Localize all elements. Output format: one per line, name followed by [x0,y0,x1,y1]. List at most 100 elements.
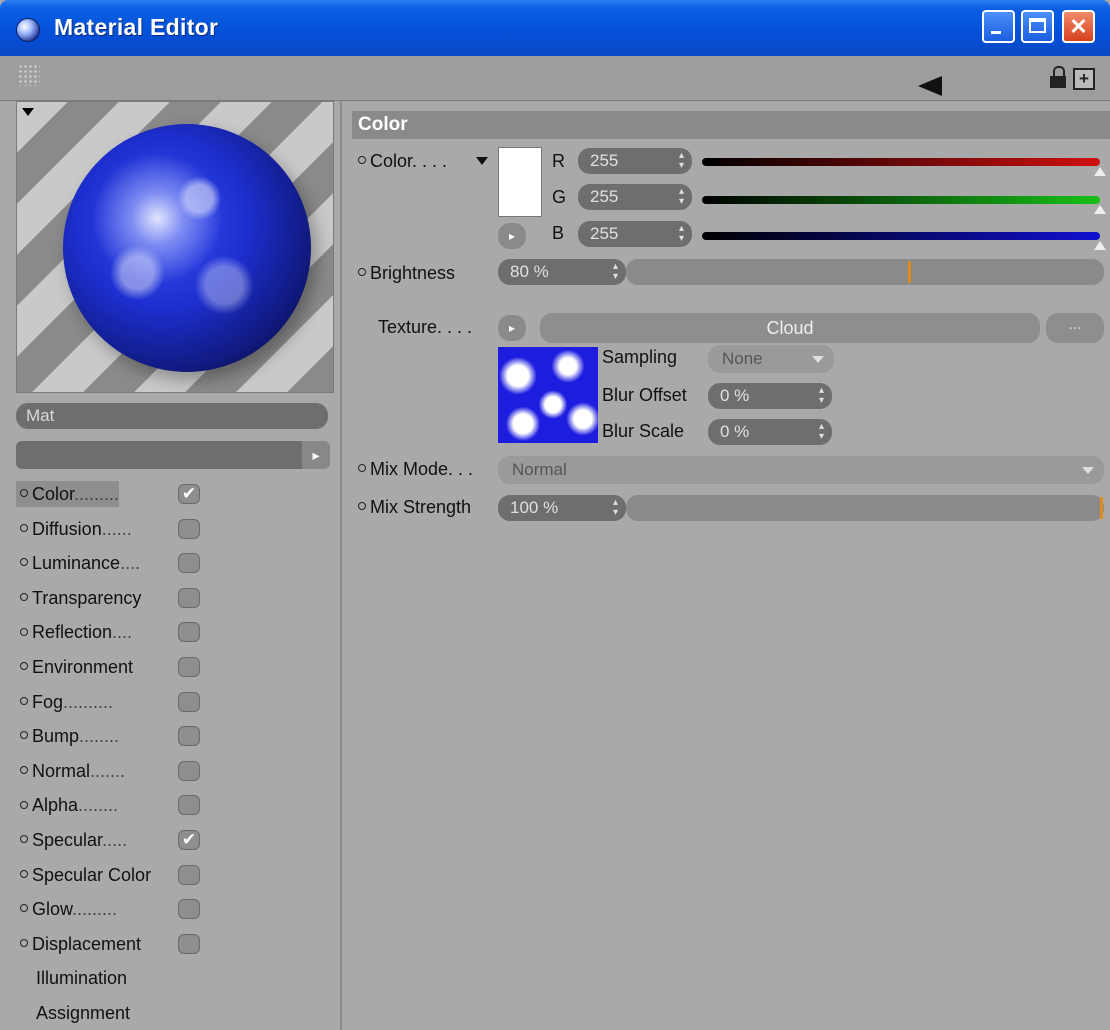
channel-item[interactable]: Environment [16,650,336,685]
channel-label: Specular [32,829,103,850]
color-swatch[interactable] [498,147,542,217]
brightness-slider[interactable] [626,259,1104,285]
brightness-slider-marker[interactable] [908,261,912,283]
chevron-right-icon[interactable]: ▸ [302,441,330,469]
g-slider[interactable] [702,196,1100,204]
close-button[interactable]: ✕ [1062,10,1095,43]
channel-checkbox[interactable] [178,760,200,781]
channel-item[interactable]: Normal....... [16,754,336,789]
b-slider-thumb[interactable] [1094,241,1106,250]
channel-label-wrap[interactable]: Displacement [16,931,141,957]
channel-label: Diffusion [32,518,102,539]
g-slider-thumb[interactable] [1094,205,1106,214]
channel-label-wrap[interactable]: Transparency [16,585,141,611]
preview-menu-arrow-icon[interactable] [22,108,34,116]
channel-checkbox[interactable] [178,933,200,954]
channel-label-wrap[interactable]: Glow......... [16,896,117,922]
channel-checkbox[interactable]: ✔ [178,484,200,504]
channel-item[interactable]: Reflection.... [16,615,336,650]
mix-strength-slider-marker[interactable] [1100,497,1103,519]
r-slider[interactable] [702,158,1100,166]
lock-icon[interactable] [1050,66,1066,89]
new-window-icon[interactable]: + [1073,68,1095,90]
r-label: R [552,151,565,171]
channel-item[interactable]: Luminance.... [16,546,336,581]
channel-dots: .... [112,622,133,643]
channel-label-wrap[interactable]: Specular..... [16,827,127,853]
channel-dots: ....... [90,760,126,781]
blur-offset-field[interactable]: 0 % ▴ ▾ [708,383,832,409]
extra-item[interactable]: Illumination [16,961,336,996]
bullet-icon [20,696,28,705]
color-menu-arrow-icon[interactable] [476,157,488,165]
channel-checkbox[interactable] [178,622,200,643]
channel-item[interactable]: Diffusion...... [16,512,336,547]
channel-item[interactable]: Transparency [16,581,336,616]
channel-label-wrap[interactable]: Diffusion...... [16,516,132,542]
channel-checkbox[interactable] [178,518,200,539]
texture-label: Texture. . . . [378,317,473,337]
channel-item[interactable]: Specular Color [16,858,336,893]
bullet-icon [20,904,28,913]
channel-label: Reflection [32,622,113,643]
maximize-button[interactable] [1021,10,1054,43]
channel-item[interactable]: Displacement [16,927,336,962]
channel-label-wrap[interactable]: Bump........ [16,723,119,749]
channel-label-wrap[interactable]: Alpha........ [16,792,118,818]
channel-label-wrap[interactable]: Color......... [16,481,120,507]
channel-checkbox[interactable] [178,864,200,885]
channel-item[interactable]: Glow......... [16,892,336,927]
channel-label-wrap[interactable]: Specular Color [16,862,151,888]
channel-item[interactable]: Bump........ [16,719,336,754]
channel-checkbox[interactable] [178,691,200,712]
maximize-icon [1029,18,1046,33]
mix-mode-select[interactable]: Normal [498,456,1104,484]
g-value-field[interactable]: 255 ▴ ▾ [578,184,692,210]
channel-item[interactable]: Alpha........ [16,788,336,823]
channel-item[interactable]: Specular..... ✔ [16,823,336,858]
channel-label-wrap[interactable]: Normal....... [16,758,125,784]
channel-checkbox[interactable]: ✔ [178,829,200,850]
mix-strength-slider[interactable] [626,495,1104,521]
channel-item[interactable]: Color......... ✔ [16,477,336,512]
minimize-button[interactable] [982,10,1015,43]
channel-label-wrap[interactable]: Fog.......... [16,689,113,715]
mix-strength-field[interactable]: 100 % ▴ ▾ [498,495,626,521]
window-title: Material Editor [54,14,219,40]
texture-browse-button[interactable]: ... [1046,313,1104,343]
r-value-field[interactable]: 255 ▴ ▾ [578,148,692,174]
material-dropdown[interactable]: ▸ [16,441,330,469]
sampling-select[interactable]: None [708,345,834,373]
material-sphere [63,124,311,372]
b-slider[interactable] [702,232,1100,240]
texture-options-button[interactable]: ▸ [498,315,526,341]
brightness-value-field[interactable]: 80 % ▴ ▾ [498,259,626,285]
channel-label: Fog [32,691,64,712]
minimize-icon [991,31,1001,34]
mix-strength-label: Mix Strength [358,497,471,518]
channel-label-wrap[interactable]: Reflection.... [16,619,132,645]
channel-checkbox[interactable] [178,553,200,574]
material-name-field[interactable]: Mat [16,403,328,429]
channel-label-wrap[interactable]: Luminance.... [16,550,140,576]
channel-checkbox[interactable] [178,899,200,920]
b-value-field[interactable]: 255 ▴ ▾ [578,221,692,247]
blur-scale-field[interactable]: 0 % ▴ ▾ [708,419,832,445]
back-arrow-icon[interactable] [918,76,942,96]
grip-icon[interactable] [18,64,40,86]
channel-label: Glow [32,899,73,920]
extra-item[interactable]: Assignment [16,996,336,1030]
channel-checkbox[interactable] [178,726,200,747]
channel-checkbox[interactable] [178,795,200,816]
channel-label-wrap[interactable]: Environment [16,654,133,680]
channel-checkbox[interactable] [178,587,200,608]
channel-label: Luminance [32,553,121,574]
channel-checkbox[interactable] [178,656,200,677]
bullet-icon [20,523,28,532]
color-options-button[interactable]: ▸ [498,223,526,249]
texture-name-button[interactable]: Cloud [540,313,1040,343]
close-icon: ✕ [1069,14,1088,39]
material-preview[interactable] [16,101,334,393]
r-slider-thumb[interactable] [1094,167,1106,176]
channel-item[interactable]: Fog.......... [16,685,336,720]
